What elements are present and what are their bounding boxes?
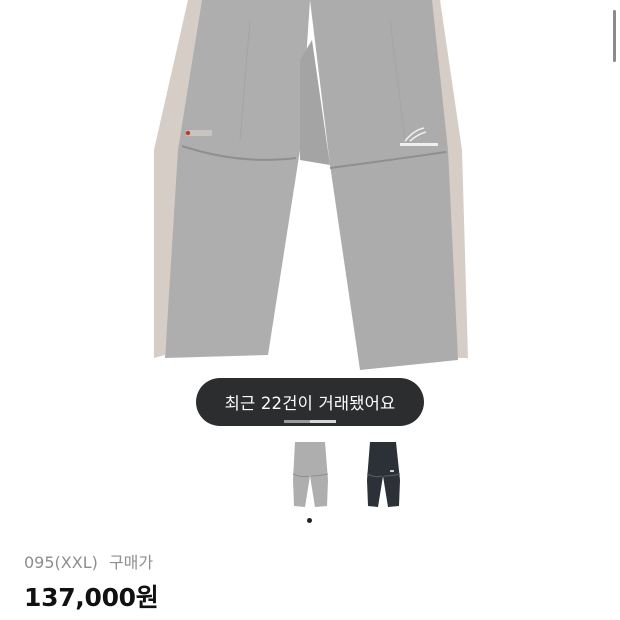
thumbnail-grey-pants[interactable] [287,440,333,510]
selected-thumbnail-dot [307,518,312,523]
size-price-label: 095(XXL) 구매가 [24,549,159,573]
recent-trades-toast: 최근 22건이 거래됐어요 [196,378,424,426]
price-type-label: 구매가 [108,553,154,572]
size-label: 095(XXL) [24,553,98,572]
product-image[interactable] [0,0,620,372]
thumbnail-black-pants[interactable] [360,440,406,510]
image-progress-bar [284,420,336,423]
image-progress-fill [284,420,310,423]
price: 137,000원 [24,583,159,612]
scrollbar[interactable] [613,10,616,62]
toast-text: 최근 22건이 거래됐어요 [224,394,396,413]
